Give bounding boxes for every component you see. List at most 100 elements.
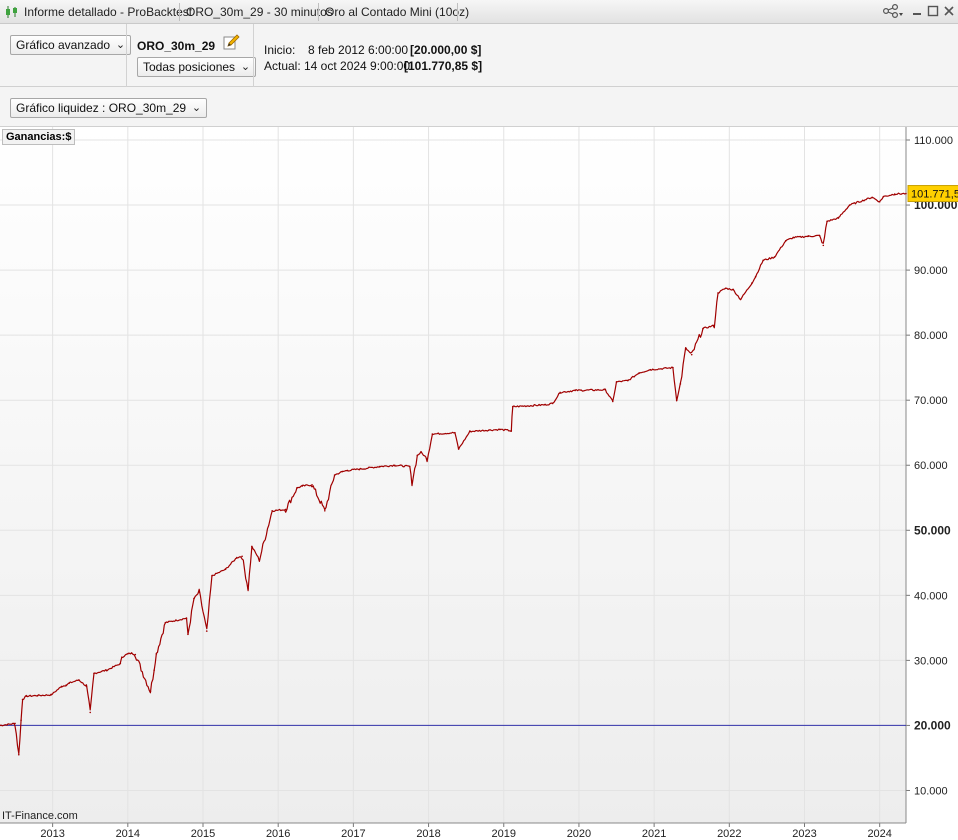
edit-pencil-icon[interactable] bbox=[222, 33, 240, 51]
tab-separator bbox=[318, 3, 319, 21]
equity-data-point bbox=[224, 568, 227, 571]
equity-data-point bbox=[258, 558, 261, 561]
window-titlebar: Informe detallado - ProBacktest ORO_30m_… bbox=[0, 0, 958, 24]
equity-data-point bbox=[905, 192, 907, 195]
equity-data-point bbox=[333, 474, 336, 476]
equity-data-point bbox=[105, 669, 108, 671]
equity-data-point bbox=[411, 482, 413, 484]
equity-data-point bbox=[358, 468, 361, 470]
tab-informe-detallado[interactable]: Informe detallado - ProBacktest bbox=[24, 0, 192, 24]
actual-label: Actual: bbox=[264, 59, 301, 73]
equity-data-point bbox=[882, 195, 885, 198]
equity-data-point bbox=[732, 288, 734, 291]
tab-separator bbox=[457, 3, 458, 21]
y-tick-label: 30.000 bbox=[914, 655, 948, 667]
equity-data-point bbox=[311, 483, 313, 486]
equity-data-point bbox=[211, 575, 213, 577]
ganancias-text: Ganancias: bbox=[6, 131, 66, 143]
equity-data-point bbox=[487, 429, 490, 431]
inicio-label: Inicio: bbox=[264, 43, 296, 57]
equity-data-point bbox=[20, 719, 22, 722]
x-tick-label: 2014 bbox=[116, 828, 140, 840]
equity-data-point bbox=[121, 656, 123, 658]
positions-filter-value: Todas posiciones bbox=[143, 60, 236, 74]
equity-data-point bbox=[60, 685, 63, 688]
equity-data-point bbox=[155, 653, 158, 655]
chart-type-select[interactable]: Gráfico liquidez : ORO_30m_29 ⌄ bbox=[10, 98, 208, 118]
equity-data-point bbox=[649, 368, 652, 371]
equity-data-point bbox=[193, 597, 195, 600]
equity-data-point bbox=[672, 366, 674, 369]
y-tick-label: 80.000 bbox=[914, 330, 948, 342]
equity-data-point bbox=[341, 470, 343, 473]
equity-data-point bbox=[638, 372, 640, 374]
equity-data-point bbox=[702, 327, 704, 330]
x-tick-label: 2023 bbox=[792, 828, 816, 840]
tab-instrument[interactable]: Oro al Contado Mini (10oz) bbox=[325, 0, 469, 24]
equity-data-point bbox=[893, 193, 896, 195]
equity-chart[interactable]: 10.000 20.000 30.000 40.000 50.000 60.000 70.0… bbox=[0, 127, 958, 840]
chart-mode-value: Gráfico avanzado bbox=[16, 38, 111, 52]
equity-data-point bbox=[454, 431, 456, 434]
equity-data-point bbox=[717, 292, 719, 294]
x-tick-label: 2021 bbox=[642, 828, 666, 840]
x-tick-label: 2013 bbox=[40, 828, 64, 840]
equity-data-point bbox=[837, 217, 840, 219]
share-icon[interactable] bbox=[882, 4, 904, 18]
equity-data-point bbox=[21, 698, 24, 701]
equity-chart-svg: 10.000 20.000 30.000 40.000 50.000 60.000 70.0… bbox=[0, 127, 958, 840]
equity-data-point bbox=[751, 282, 753, 284]
equity-data-point bbox=[89, 711, 92, 714]
equity-data-point bbox=[153, 669, 155, 671]
equity-data-point bbox=[68, 682, 70, 684]
equity-data-point bbox=[818, 234, 821, 237]
x-tick-label: 2022 bbox=[717, 828, 741, 840]
candlestick-icon bbox=[6, 6, 17, 18]
x-tick-label: 2020 bbox=[567, 828, 591, 840]
equity-data-point bbox=[420, 451, 422, 454]
x-tick-label: 2019 bbox=[492, 828, 516, 840]
chart-mode-select[interactable]: Gráfico avanzado ⌄ bbox=[10, 35, 132, 55]
tab-system-timeframe[interactable]: ORO_30m_29 - 30 minutos bbox=[186, 0, 333, 24]
equity-data-point bbox=[205, 630, 208, 632]
equity-data-point bbox=[713, 324, 716, 327]
equity-data-point bbox=[85, 685, 88, 688]
close-icon[interactable] bbox=[942, 4, 956, 18]
equity-data-point bbox=[627, 379, 629, 382]
equity-data-point bbox=[773, 256, 776, 258]
tab-separator bbox=[179, 3, 180, 21]
equity-data-point bbox=[792, 236, 795, 239]
inicio-value: [20.000,00 $] bbox=[410, 43, 482, 57]
equity-data-point bbox=[247, 588, 249, 590]
equity-data-point bbox=[93, 672, 95, 675]
y-tick-label: 70.000 bbox=[914, 395, 948, 407]
equity-data-point bbox=[457, 448, 460, 450]
x-tick-label: 2017 bbox=[341, 828, 365, 840]
equity-data-point bbox=[684, 347, 687, 349]
it-finance-credit: IT-Finance.com bbox=[2, 810, 78, 822]
equity-data-point bbox=[393, 464, 396, 467]
equity-data-point bbox=[187, 633, 189, 636]
equity-data-point bbox=[675, 399, 678, 401]
positions-filter-select[interactable]: Todas posiciones ⌄ bbox=[137, 57, 257, 77]
chevron-down-icon: ⌄ bbox=[191, 102, 202, 114]
equity-data-point bbox=[511, 405, 514, 408]
equity-data-point bbox=[724, 287, 727, 290]
report-toolbar: Gráfico avanzado ⌄ ORO_30m_29 Todas posi… bbox=[0, 24, 958, 87]
x-tick-label: 2015 bbox=[191, 828, 215, 840]
equity-data-point bbox=[149, 690, 152, 693]
minimize-icon[interactable] bbox=[910, 4, 924, 18]
chart-selector-bar: Gráfico liquidez : ORO_30m_29 ⌄ bbox=[0, 87, 958, 127]
equity-data-point bbox=[127, 653, 129, 655]
equity-data-point bbox=[690, 353, 693, 356]
equity-data-point bbox=[236, 556, 238, 559]
equity-data-point bbox=[14, 722, 16, 725]
equity-data-point bbox=[134, 653, 137, 656]
equity-data-point bbox=[499, 428, 501, 431]
equity-data-point bbox=[271, 509, 273, 512]
equity-data-point bbox=[762, 259, 764, 262]
chevron-down-icon: ⌄ bbox=[115, 39, 126, 51]
equity-data-point bbox=[301, 485, 304, 487]
equity-data-point bbox=[119, 662, 122, 665]
maximize-icon[interactable] bbox=[926, 4, 940, 18]
